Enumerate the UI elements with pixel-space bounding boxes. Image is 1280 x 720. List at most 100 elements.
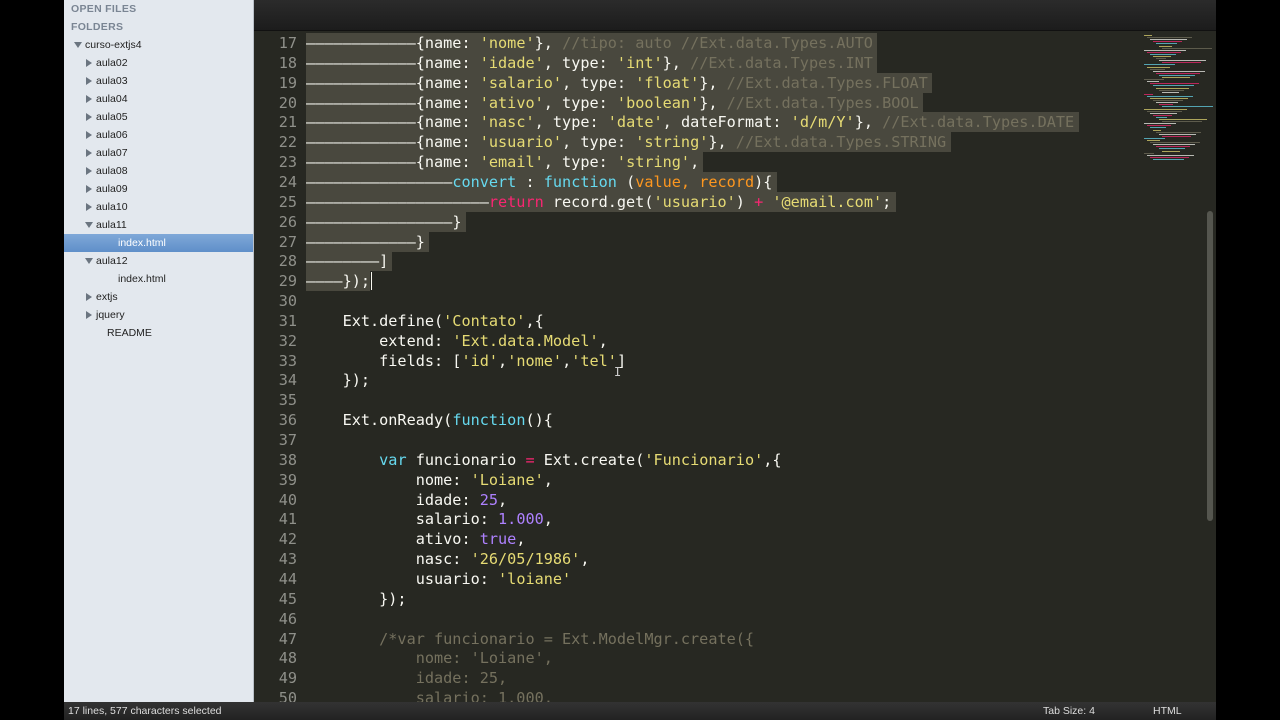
line-number: 43 [278,550,297,569]
code-text[interactable]: ————————————{name: 'ativo', type: 'boole… [306,93,919,113]
sidebar-folder-item[interactable]: aula10 [64,198,253,216]
minimap-line [1144,79,1164,81]
sidebar-item-label: aula07 [96,147,128,159]
disclosure-collapsed-icon[interactable] [86,203,92,211]
code-text[interactable]: Ext.define('Contato',{ [306,311,544,331]
sidebar-folder-item[interactable]: aula08 [64,162,253,180]
minimap-line [1162,150,1180,152]
code-text[interactable]: /*var funcionario = Ext.ModelMgr.create(… [306,629,754,649]
disclosure-collapsed-icon[interactable] [86,311,92,319]
code-text[interactable]: ————————————{name: 'salario', type: 'flo… [306,73,928,93]
code-token: }, [534,34,563,52]
disclosure-expanded-icon[interactable] [74,42,82,48]
disclosure-collapsed-icon[interactable] [86,59,92,67]
code-text[interactable]: }); [306,370,370,390]
code-text[interactable]: ————————————{name: 'email', type: 'strin… [306,152,699,172]
minimap-line [1147,154,1194,156]
code-text[interactable]: salario: 1.000, [306,688,553,702]
code-line: 42 ativo: true, [254,529,1140,549]
code-token: 'boolean' [616,93,700,112]
disclosure-expanded-icon[interactable] [85,222,93,228]
minimap-line [1150,112,1177,114]
syntax-indicator[interactable]: HTML [1153,702,1182,720]
line-number: 17 [278,34,297,52]
line-number: 48 [278,649,297,668]
disclosure-collapsed-icon[interactable] [86,185,92,193]
code-text[interactable]: nome: 'Loiane', [306,470,553,490]
code-text[interactable]: extend: 'Ext.data.Model', [306,331,608,351]
code-token: , [543,470,553,489]
minimap-line [1144,49,1186,51]
code-text[interactable]: ————————————————} [306,212,461,232]
sidebar-folder-item[interactable]: extjs [64,288,253,306]
code-text[interactable]: ————————] [306,251,388,271]
tab-size-indicator[interactable]: Tab Size: 4 [1043,702,1095,720]
disclosure-collapsed-icon[interactable] [86,293,92,301]
code-token: 'nasc' [479,113,535,132]
vertical-scrollbar[interactable] [1207,211,1213,521]
sidebar-folder-item[interactable]: aula03 [64,72,253,90]
code-token: fields: [ [306,351,462,370]
code-line: 44 usuario: 'loiane' [254,569,1140,589]
sidebar-folder-item[interactable]: aula11 [64,216,253,234]
sidebar-folder-item[interactable]: aula09 [64,180,253,198]
sidebar-folder-item[interactable]: aula04 [64,90,253,108]
code-text[interactable]: ————}); [306,271,370,291]
minimap-line [1159,89,1184,91]
sidebar-folder-item[interactable]: jquery [64,306,253,324]
code-token: }, [699,93,727,112]
sidebar-folder-item[interactable]: aula07 [64,144,253,162]
disclosure-collapsed-icon[interactable] [86,95,92,103]
minimap-line [1150,142,1200,144]
minimap[interactable] [1140,31,1216,171]
code-text[interactable]: ————————————{name: 'usuario', type: 'str… [306,132,946,152]
code-text[interactable]: nome: 'Loiane', [306,648,553,668]
code-token: ———————————————————— [306,192,489,211]
code-text[interactable]: ————————————{name: 'nasc', type: 'date',… [306,112,1074,132]
minimap-line [1162,91,1179,93]
code-text[interactable]: ————————————————————return record.get('u… [306,192,891,212]
code-text[interactable]: nasc: '26/05/1986', [306,549,590,569]
sidebar-folder-item[interactable]: aula02 [64,54,253,72]
open-files-header[interactable]: OPEN FILES [71,3,136,15]
code-text[interactable]: salario: 1.000, [306,509,553,529]
code-token: , [498,490,508,509]
sidebar-file-item[interactable]: index.html [64,234,253,252]
code-line: 18 ————————————{name: 'idade', type: 'int… [254,52,1140,73]
code-token: }); [342,272,371,291]
code-text[interactable]: var funcionario = Ext.create('Funcionari… [306,450,782,470]
disclosure-collapsed-icon[interactable] [86,77,92,85]
code-text[interactable]: Ext.onReady(function(){ [306,410,553,430]
code-text[interactable]: idade: 25, [306,668,507,688]
sidebar-folder-item[interactable]: aula05 [64,108,253,126]
disclosure-collapsed-icon[interactable] [86,131,92,139]
sidebar-folder-item[interactable]: aula12 [64,252,253,270]
code-token: ] [379,252,389,271]
line-number: 20 [278,93,297,112]
code-text[interactable]: fields: ['id','nome','tel'] [306,351,626,371]
code-token: ———————————— [306,73,416,92]
code-text[interactable]: ————————————{name: 'idade', type: 'int'}… [306,53,873,73]
code-text[interactable]: ————————————{name: 'nome'}, //tipo: auto… [306,33,873,53]
code-token: record.get( [543,192,654,211]
code-editor[interactable]: 17 ————————————{name: 'nome'}, //tipo: au… [254,31,1216,702]
code-text[interactable]: idade: 25, [306,490,507,510]
code-text[interactable]: ativo: true, [306,529,526,549]
code-token: ,{ [763,450,782,469]
sidebar-folder-item[interactable]: curso-extjs4 [64,36,253,54]
code-text[interactable]: ————————————} [306,232,425,252]
sidebar-item-label: README [107,327,152,339]
sidebar-folder-item[interactable]: aula06 [64,126,253,144]
code-text[interactable]: }); [306,589,406,609]
sidebar-file-item[interactable]: README [64,324,253,342]
code-text[interactable]: usuario: 'loiane' [306,569,571,589]
sidebar-item-label: jquery [96,309,125,321]
disclosure-collapsed-icon[interactable] [86,149,92,157]
disclosure-collapsed-icon[interactable] [86,113,92,121]
code-token: nome: 'Loiane', [306,649,553,668]
minimap-line [1144,93,1153,95]
sidebar-file-item[interactable]: index.html [64,270,253,288]
disclosure-collapsed-icon[interactable] [86,167,92,175]
disclosure-expanded-icon[interactable] [85,258,93,264]
code-text[interactable]: ————————————————convert : function (valu… [306,172,772,192]
